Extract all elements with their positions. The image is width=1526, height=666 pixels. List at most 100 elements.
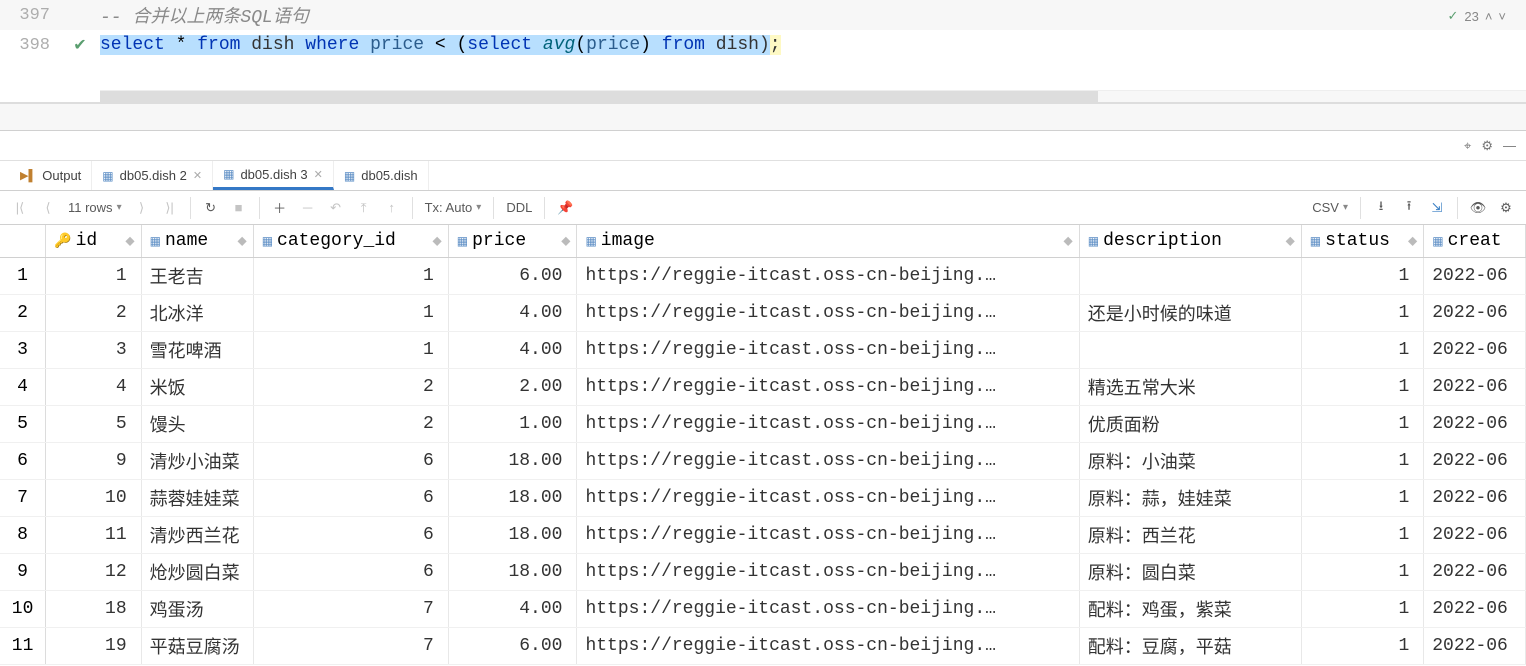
pin-button[interactable]: 📌 bbox=[553, 196, 577, 220]
cell-creat[interactable]: 2022-06 bbox=[1424, 406, 1526, 443]
cell-id[interactable]: 18 bbox=[46, 591, 141, 628]
tab-output[interactable]: ▶▌Output bbox=[10, 161, 92, 190]
cell-image[interactable]: https://reggie-itcast.oss-cn-beijing.… bbox=[577, 369, 1079, 406]
target-icon[interactable]: ⌖ bbox=[1464, 138, 1471, 154]
cell-category[interactable]: 7 bbox=[253, 591, 448, 628]
cell-creat[interactable]: 2022-06 bbox=[1424, 554, 1526, 591]
cell-id[interactable]: 2 bbox=[46, 295, 141, 332]
code-content-397[interactable]: -- 合并以上两条SQL语句 bbox=[100, 2, 1526, 28]
cell-name[interactable]: 清炒小油菜 bbox=[141, 443, 253, 480]
cell-price[interactable]: 18.00 bbox=[448, 517, 577, 554]
cell-price[interactable]: 6.00 bbox=[448, 258, 577, 295]
revert-button[interactable]: ↶ bbox=[324, 196, 348, 220]
cell-category[interactable]: 7 bbox=[253, 628, 448, 665]
cell-creat[interactable]: 2022-06 bbox=[1424, 443, 1526, 480]
sort-icon[interactable]: ◆ bbox=[1286, 234, 1295, 249]
cell-id[interactable]: 19 bbox=[46, 628, 141, 665]
cell-id[interactable]: 10 bbox=[46, 480, 141, 517]
export-button[interactable]: ⭳ bbox=[1369, 196, 1393, 220]
cell-id[interactable]: 4 bbox=[46, 369, 141, 406]
sort-icon[interactable]: ◆ bbox=[237, 234, 246, 249]
cell-category[interactable]: 2 bbox=[253, 406, 448, 443]
cell-price[interactable]: 4.00 bbox=[448, 332, 577, 369]
cell-status[interactable]: 1 bbox=[1301, 480, 1423, 517]
cell-description[interactable] bbox=[1079, 258, 1301, 295]
last-page-button[interactable]: ⟩| bbox=[158, 196, 182, 220]
cell-creat[interactable]: 2022-06 bbox=[1424, 517, 1526, 554]
cell-category[interactable]: 1 bbox=[253, 332, 448, 369]
row-number[interactable]: 6 bbox=[0, 443, 46, 480]
cell-description[interactable]: 优质面粉 bbox=[1079, 406, 1301, 443]
cell-image[interactable]: https://reggie-itcast.oss-cn-beijing.… bbox=[577, 554, 1079, 591]
row-number[interactable]: 10 bbox=[0, 591, 46, 628]
col-header-id[interactable]: 🔑id◆ bbox=[46, 225, 141, 258]
table-row[interactable]: 69清炒小油菜618.00https://reggie-itcast.oss-c… bbox=[0, 443, 1526, 480]
row-number[interactable]: 9 bbox=[0, 554, 46, 591]
code-line-398[interactable]: 398 ✔ select * from dish where price < (… bbox=[0, 30, 1526, 60]
col-header-status[interactable]: ▦status◆ bbox=[1301, 225, 1423, 258]
cell-id[interactable]: 11 bbox=[46, 517, 141, 554]
nav-up-icon[interactable]: ˄ bbox=[1485, 9, 1493, 24]
cell-id[interactable]: 9 bbox=[46, 443, 141, 480]
editor-h-scrollbar[interactable] bbox=[100, 90, 1526, 102]
cell-price[interactable]: 6.00 bbox=[448, 628, 577, 665]
rows-dropdown[interactable]: 11 rows▾ bbox=[64, 200, 126, 215]
row-number[interactable]: 4 bbox=[0, 369, 46, 406]
cell-image[interactable]: https://reggie-itcast.oss-cn-beijing.… bbox=[577, 295, 1079, 332]
tab-db05-dish[interactable]: ▦db05.dish bbox=[334, 161, 429, 190]
cell-description[interactable]: 精选五常大米 bbox=[1079, 369, 1301, 406]
cell-name[interactable]: 王老吉 bbox=[141, 258, 253, 295]
cell-status[interactable]: 1 bbox=[1301, 443, 1423, 480]
cell-category[interactable]: 1 bbox=[253, 258, 448, 295]
col-header-image[interactable]: ▦image◆ bbox=[577, 225, 1079, 258]
code-content-398[interactable]: select * from dish where price < (select… bbox=[100, 35, 1526, 55]
cell-description[interactable]: 配料：鸡蛋，紫菜 bbox=[1079, 591, 1301, 628]
cell-creat[interactable]: 2022-06 bbox=[1424, 258, 1526, 295]
cell-price[interactable]: 18.00 bbox=[448, 443, 577, 480]
row-number[interactable]: 8 bbox=[0, 517, 46, 554]
cell-category[interactable]: 6 bbox=[253, 443, 448, 480]
cell-image[interactable]: https://reggie-itcast.oss-cn-beijing.… bbox=[577, 480, 1079, 517]
row-number[interactable]: 11 bbox=[0, 628, 46, 665]
row-number[interactable]: 5 bbox=[0, 406, 46, 443]
tx-mode-dropdown[interactable]: Tx: Auto▾ bbox=[421, 200, 486, 215]
settings-button[interactable]: ⚙ bbox=[1494, 196, 1518, 220]
col-header-creat[interactable]: ▦creat bbox=[1424, 225, 1526, 258]
table-row[interactable]: 912炝炒圆白菜618.00https://reggie-itcast.oss-… bbox=[0, 554, 1526, 591]
cell-category[interactable]: 6 bbox=[253, 554, 448, 591]
cell-status[interactable]: 1 bbox=[1301, 369, 1423, 406]
table-row[interactable]: 11王老吉16.00https://reggie-itcast.oss-cn-b… bbox=[0, 258, 1526, 295]
cell-name[interactable]: 清炒西兰花 bbox=[141, 517, 253, 554]
cell-description[interactable]: 原料：蒜，娃娃菜 bbox=[1079, 480, 1301, 517]
cell-description[interactable]: 原料：小油菜 bbox=[1079, 443, 1301, 480]
table-row[interactable]: 710蒜蓉娃娃菜618.00https://reggie-itcast.oss-… bbox=[0, 480, 1526, 517]
col-header-category[interactable]: ▦category_id◆ bbox=[253, 225, 448, 258]
cell-name[interactable]: 平菇豆腐汤 bbox=[141, 628, 253, 665]
table-row[interactable]: 22北冰洋14.00https://reggie-itcast.oss-cn-b… bbox=[0, 295, 1526, 332]
cell-category[interactable]: 6 bbox=[253, 517, 448, 554]
row-number[interactable]: 1 bbox=[0, 258, 46, 295]
cell-description[interactable]: 配料：豆腐，平菇 bbox=[1079, 628, 1301, 665]
add-row-button[interactable]: ＋ bbox=[268, 196, 292, 220]
cell-price[interactable]: 18.00 bbox=[448, 554, 577, 591]
cell-image[interactable]: https://reggie-itcast.oss-cn-beijing.… bbox=[577, 258, 1079, 295]
cell-status[interactable]: 1 bbox=[1301, 517, 1423, 554]
close-icon[interactable]: ✕ bbox=[193, 169, 202, 182]
cell-status[interactable]: 1 bbox=[1301, 332, 1423, 369]
cell-image[interactable]: https://reggie-itcast.oss-cn-beijing.… bbox=[577, 591, 1079, 628]
cell-name[interactable]: 鸡蛋汤 bbox=[141, 591, 253, 628]
cell-image[interactable]: https://reggie-itcast.oss-cn-beijing.… bbox=[577, 443, 1079, 480]
sort-icon[interactable]: ◆ bbox=[1063, 234, 1072, 249]
cell-creat[interactable]: 2022-06 bbox=[1424, 628, 1526, 665]
cell-status[interactable]: 1 bbox=[1301, 258, 1423, 295]
cell-creat[interactable]: 2022-06 bbox=[1424, 295, 1526, 332]
cell-category[interactable]: 1 bbox=[253, 295, 448, 332]
code-line-399[interactable] bbox=[0, 60, 1526, 90]
cell-image[interactable]: https://reggie-itcast.oss-cn-beijing.… bbox=[577, 406, 1079, 443]
row-number[interactable]: 3 bbox=[0, 332, 46, 369]
sort-icon[interactable]: ◆ bbox=[561, 234, 570, 249]
cell-description[interactable]: 原料：西兰花 bbox=[1079, 517, 1301, 554]
cell-status[interactable]: 1 bbox=[1301, 295, 1423, 332]
view-button[interactable]: 👁 bbox=[1466, 196, 1490, 220]
row-number[interactable]: 2 bbox=[0, 295, 46, 332]
